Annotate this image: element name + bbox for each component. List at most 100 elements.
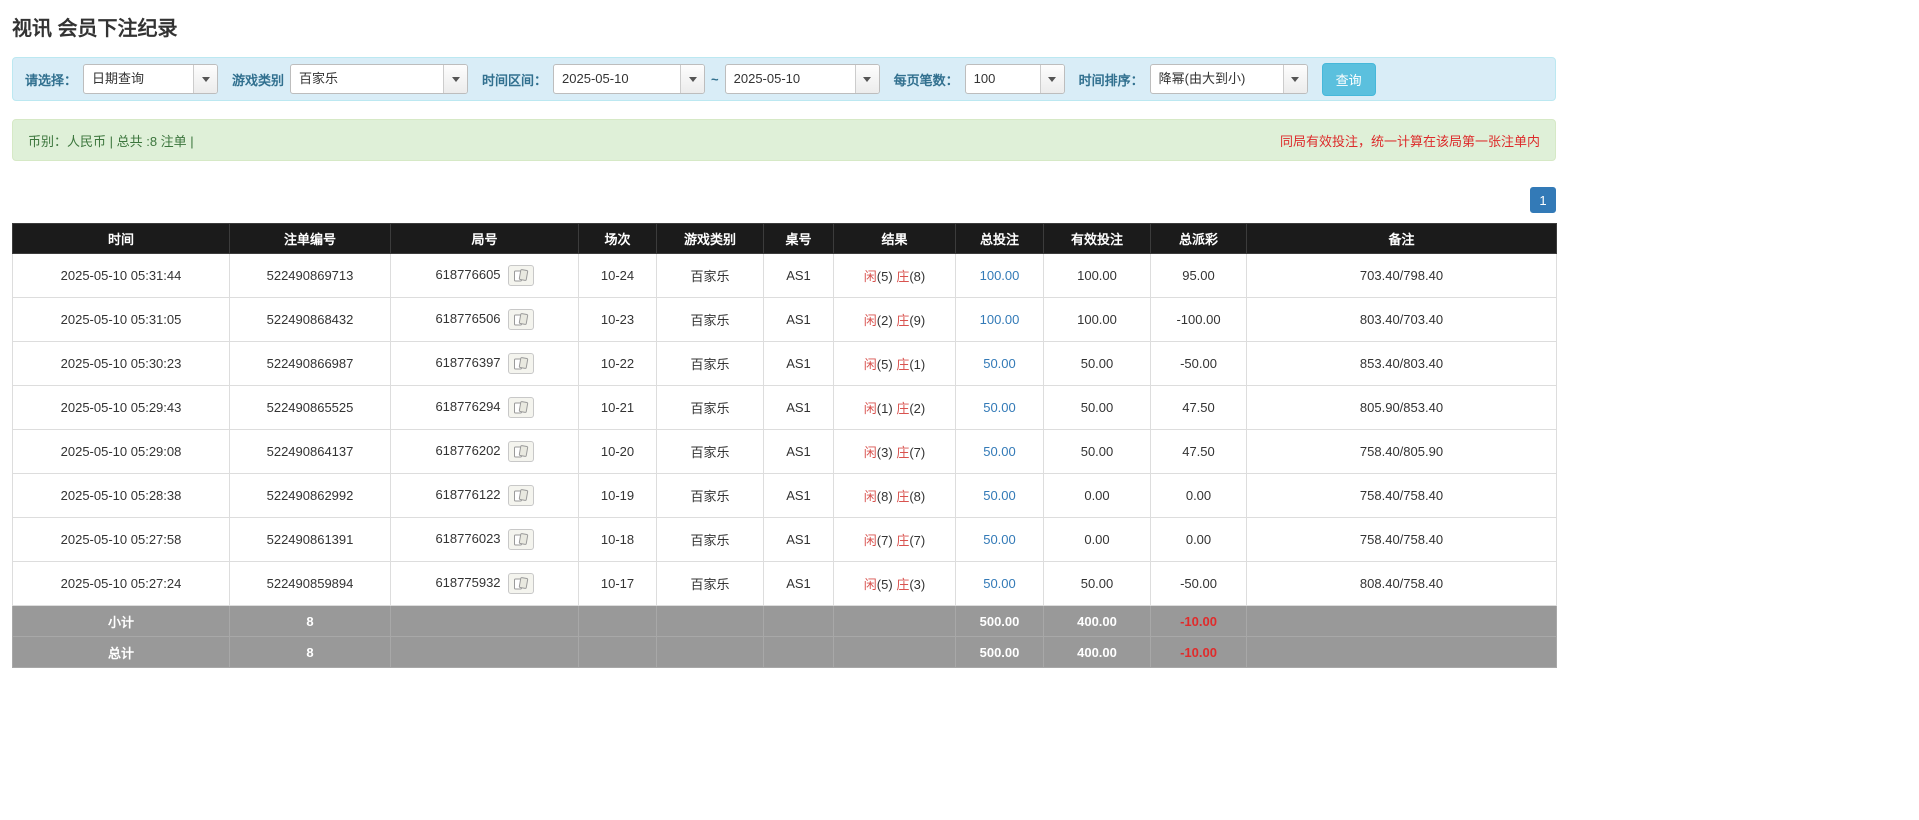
banker-result-score: (8) [909, 269, 925, 284]
total-bet-link[interactable]: 50.00 [983, 356, 1016, 371]
empty-cell [1247, 637, 1557, 668]
page-title: 视讯 会员下注纪录 [12, 12, 1556, 41]
subtotal-count: 8 [230, 606, 391, 637]
caret-icon [452, 77, 460, 82]
cell-game-type: 百家乐 [657, 254, 764, 298]
banker-result-score: (8) [909, 489, 925, 504]
total-bet-link[interactable]: 100.00 [980, 312, 1020, 327]
total-bet-link[interactable]: 50.00 [983, 444, 1016, 459]
player-result-label: 闲 [864, 489, 877, 504]
table-body: 2025-05-10 05:31:44 522490869713 6187766… [13, 254, 1557, 606]
cell-bet-id: 522490859894 [230, 562, 391, 606]
cell-session: 10-22 [579, 342, 657, 386]
subtotal-label: 小计 [13, 606, 230, 637]
select-label: 请选择： [25, 70, 77, 89]
search-button[interactable]: 查询 [1322, 63, 1376, 96]
cell-table-no: AS1 [764, 518, 834, 562]
round-id-text: 618776122 [435, 487, 500, 502]
player-result-score: (1) [877, 401, 893, 416]
banker-result-label: 庄 [896, 269, 909, 284]
total-bet-link[interactable]: 100.00 [980, 268, 1020, 283]
total-bet-link[interactable]: 50.00 [983, 532, 1016, 547]
cell-table-no: AS1 [764, 254, 834, 298]
cell-game-type: 百家乐 [657, 474, 764, 518]
view-cards-icon[interactable] [508, 309, 534, 330]
page-button-1[interactable]: 1 [1530, 187, 1556, 213]
player-result-score: (5) [877, 357, 893, 372]
cell-session: 10-19 [579, 474, 657, 518]
player-result-score: (5) [877, 577, 893, 592]
cell-payout: 0.00 [1151, 474, 1247, 518]
banker-result-label: 庄 [896, 401, 909, 416]
cell-result: 闲(7) 庄(7) [834, 518, 956, 562]
empty-cell [657, 606, 764, 637]
col-header-table-no: 桌号 [764, 224, 834, 254]
cell-session: 10-20 [579, 430, 657, 474]
cell-session: 10-23 [579, 298, 657, 342]
cell-time: 2025-05-10 05:27:58 [13, 518, 230, 562]
player-result-label: 闲 [864, 401, 877, 416]
view-cards-icon[interactable] [508, 353, 534, 374]
query-type-select[interactable]: 日期查询 [83, 64, 218, 94]
caret-icon [1291, 77, 1299, 82]
total-bet-link[interactable]: 50.00 [983, 576, 1016, 591]
player-result-label: 闲 [864, 269, 877, 284]
cell-result: 闲(3) 庄(7) [834, 430, 956, 474]
col-header-bet-id: 注单编号 [230, 224, 391, 254]
chevron-down-icon[interactable] [193, 65, 217, 93]
banker-result-score: (7) [909, 445, 925, 460]
round-id-text: 618776294 [435, 399, 500, 414]
player-result-score: (8) [877, 489, 893, 504]
per-page-select[interactable]: 100 [965, 64, 1065, 94]
col-header-valid-bet: 有效投注 [1044, 224, 1151, 254]
banker-result-score: (2) [909, 401, 925, 416]
view-cards-icon[interactable] [508, 397, 534, 418]
col-header-session: 场次 [579, 224, 657, 254]
total-bet-link[interactable]: 50.00 [983, 400, 1016, 415]
date-from-select[interactable]: 2025-05-10 [553, 64, 705, 94]
sort-order-select[interactable]: 降幂(由大到小) [1150, 64, 1308, 94]
cell-time: 2025-05-10 05:29:08 [13, 430, 230, 474]
chevron-down-icon[interactable] [1283, 65, 1307, 93]
cell-game-type: 百家乐 [657, 562, 764, 606]
cell-bet-id: 522490861391 [230, 518, 391, 562]
cell-bet-id: 522490868432 [230, 298, 391, 342]
view-cards-icon[interactable] [508, 485, 534, 506]
subtotal-valid-bet: 400.00 [1044, 606, 1151, 637]
sort-order-label: 时间排序： [1079, 70, 1144, 89]
chevron-down-icon[interactable] [443, 65, 467, 93]
page: 视讯 会员下注纪录 请选择： 日期查询 游戏类别 百家乐 时间区间： 2025-… [12, 0, 1556, 668]
summary-bar: 币别：人民币 | 总共 :8 注单 | 同局有效投注，统一计算在该局第一张注单内 [12, 119, 1556, 161]
banker-result-label: 庄 [896, 489, 909, 504]
per-page-label: 每页笔数： [894, 70, 959, 89]
player-result-label: 闲 [864, 577, 877, 592]
game-type-select[interactable]: 百家乐 [290, 64, 468, 94]
cell-game-type: 百家乐 [657, 298, 764, 342]
view-cards-icon[interactable] [508, 529, 534, 550]
total-bet-link[interactable]: 50.00 [983, 488, 1016, 503]
pagination: 1 [12, 187, 1556, 213]
date-from-value: 2025-05-10 [554, 65, 680, 93]
cell-round-id: 618776294 [391, 386, 579, 430]
chevron-down-icon[interactable] [680, 65, 704, 93]
view-cards-icon[interactable] [508, 441, 534, 462]
view-cards-icon[interactable] [508, 265, 534, 286]
banker-result-label: 庄 [896, 313, 909, 328]
view-cards-icon[interactable] [508, 573, 534, 594]
cell-total-bet: 50.00 [956, 430, 1044, 474]
notice-text: 同局有效投注，统一计算在该局第一张注单内 [1280, 131, 1540, 150]
date-to-select[interactable]: 2025-05-10 [725, 64, 880, 94]
cell-table-no: AS1 [764, 386, 834, 430]
total-label: 总计 [13, 637, 230, 668]
empty-cell [834, 606, 956, 637]
cell-round-id: 618776397 [391, 342, 579, 386]
date-to-value: 2025-05-10 [726, 65, 855, 93]
total-valid-bet: 400.00 [1044, 637, 1151, 668]
chevron-down-icon[interactable] [1040, 65, 1064, 93]
cell-payout: -50.00 [1151, 342, 1247, 386]
cell-bet-id: 522490865525 [230, 386, 391, 430]
banker-result-label: 庄 [896, 577, 909, 592]
round-id-text: 618775932 [435, 575, 500, 590]
empty-cell [834, 637, 956, 668]
chevron-down-icon[interactable] [855, 65, 879, 93]
